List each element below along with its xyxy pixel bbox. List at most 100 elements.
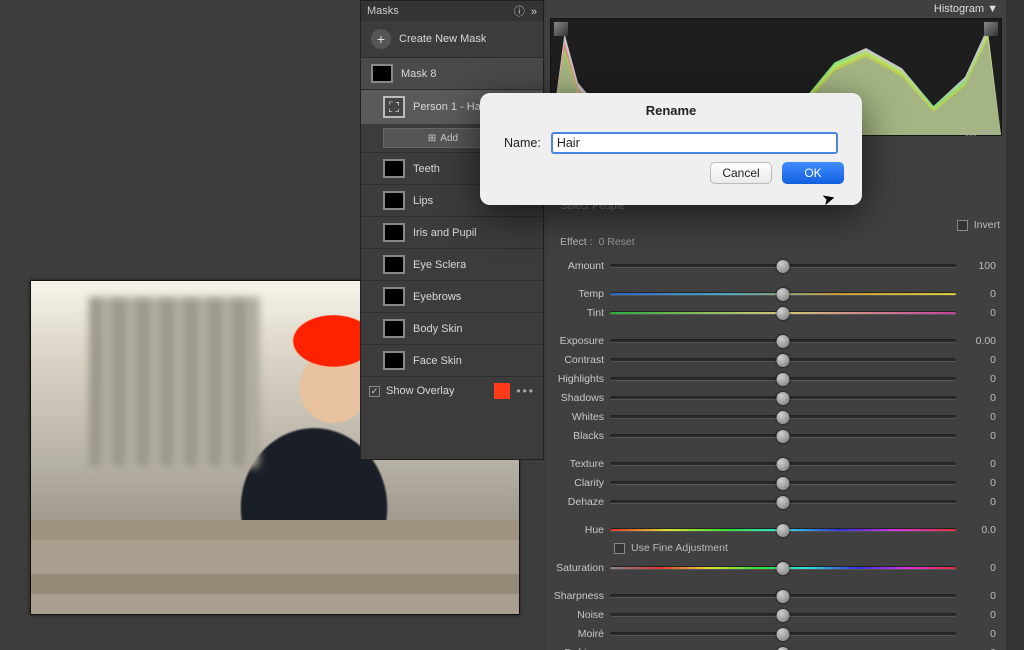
sharpness-slider[interactable] <box>610 594 956 598</box>
slider-knob[interactable] <box>777 307 790 320</box>
slider-row-clarity: Clarity0 <box>546 474 996 492</box>
slider-knob[interactable] <box>777 260 790 273</box>
right-scrollbar[interactable] <box>1006 0 1024 650</box>
slider-row-contrast: Contrast0 <box>546 351 996 369</box>
invert-checkbox[interactable] <box>957 220 968 231</box>
slider-value: 0 <box>956 411 996 423</box>
show-overlay-toggle-row: ✓ Show Overlay ••• <box>361 376 543 405</box>
slider-label: Temp <box>546 288 610 300</box>
slider-knob[interactable] <box>777 373 790 386</box>
slider-label: Saturation <box>546 562 610 574</box>
slider-value: 0.00 <box>956 335 996 347</box>
slider-label: Noise <box>546 609 610 621</box>
effect-preset-dropdown[interactable]: 0 Reset <box>599 236 635 248</box>
mask-item[interactable]: Face Skin <box>361 344 543 376</box>
slider-label: Tint <box>546 307 610 319</box>
slider-label: Hue <box>546 524 610 536</box>
slider-knob[interactable] <box>777 496 790 509</box>
slider-row-tint: Tint0 <box>546 304 996 322</box>
slider-label: Whites <box>546 411 610 423</box>
plus-icon: + <box>371 29 391 49</box>
slider-label: Amount <box>546 260 610 272</box>
rename-input[interactable] <box>551 132 838 154</box>
slider-knob[interactable] <box>777 524 790 537</box>
slider-row-noise: Noise0 <box>546 606 996 624</box>
whites-slider[interactable] <box>610 415 956 419</box>
mask-thumbnail <box>383 223 405 242</box>
slider-label: Blacks <box>546 430 610 442</box>
slider-knob[interactable] <box>777 430 790 443</box>
histogram-title: Histogram ▼ <box>934 3 998 15</box>
clarity-slider[interactable] <box>610 481 956 485</box>
slider-value: 0 <box>956 628 996 640</box>
use-fine-adjustment-label: Use Fine Adjustment <box>631 542 728 554</box>
slider-knob[interactable] <box>777 354 790 367</box>
mask-name: Iris and Pupil <box>413 227 477 239</box>
exposure-slider[interactable] <box>610 339 956 343</box>
mask-name: Eye Sclera <box>413 259 466 271</box>
saturation-slider[interactable] <box>610 566 956 570</box>
contrast-slider[interactable] <box>610 358 956 362</box>
slider-row-amount: Amount100 <box>546 257 996 275</box>
mask-name: Teeth <box>413 163 440 175</box>
noise-slider[interactable] <box>610 613 956 617</box>
clipping-indicator-shadows[interactable] <box>554 22 568 36</box>
mask-thumbnail <box>383 191 405 210</box>
texture-slider[interactable] <box>610 462 956 466</box>
slider-row-moiré: Moiré 0 <box>546 625 996 643</box>
use-fine-adjustment-checkbox[interactable] <box>614 543 625 554</box>
background-building <box>89 297 259 467</box>
slider-label: Sharpness <box>546 590 610 602</box>
temp-slider[interactable] <box>610 292 956 296</box>
slider-value: 0 <box>956 354 996 366</box>
slider-knob[interactable] <box>777 477 790 490</box>
ok-button[interactable]: OK <box>782 162 844 184</box>
cancel-button[interactable]: Cancel <box>710 162 772 184</box>
slider-label: Moiré <box>546 628 610 640</box>
slider-knob[interactable] <box>777 458 790 471</box>
clipping-indicator-highlights[interactable] <box>984 22 998 36</box>
slider-knob[interactable] <box>777 335 790 348</box>
overlay-color-swatch[interactable] <box>494 383 510 399</box>
slider-row-sharpness: Sharpness 0 <box>546 587 996 605</box>
tint-slider[interactable] <box>610 311 956 315</box>
slider-knob[interactable] <box>777 411 790 424</box>
slider-knob[interactable] <box>777 392 790 405</box>
mask-group-item[interactable]: Mask 8 <box>361 57 543 89</box>
show-overlay-checkbox[interactable]: ✓ <box>369 386 380 397</box>
slider-value: 0.0 <box>956 524 996 536</box>
dialog-title: Rename <box>480 93 862 118</box>
highlights-slider[interactable] <box>610 377 956 381</box>
moiré-slider[interactable] <box>610 632 956 636</box>
mask-name: Eyebrows <box>413 291 461 303</box>
slider-knob[interactable] <box>777 628 790 641</box>
slider-value: 0 <box>956 562 996 574</box>
slider-knob[interactable] <box>777 288 790 301</box>
mask-name: Body Skin <box>413 323 463 335</box>
slider-knob[interactable] <box>777 609 790 622</box>
slider-value: 0 <box>956 288 996 300</box>
create-new-mask-button[interactable]: + Create New Mask <box>361 21 543 57</box>
slider-row-whites: Whites 0 <box>546 408 996 426</box>
more-options-icon[interactable]: ••• <box>516 384 535 398</box>
mask-thumbnail <box>383 287 405 306</box>
slider-knob[interactable] <box>777 562 790 575</box>
slider-knob[interactable] <box>777 590 790 603</box>
slider-row-defringe: Defringe0 <box>546 644 996 650</box>
hue-slider[interactable] <box>610 528 956 532</box>
invert-label: Invert <box>974 219 1000 231</box>
mask-thumbnail <box>383 159 405 178</box>
masks-help-icon[interactable]: ⓘ » <box>514 3 537 19</box>
blacks-slider[interactable] <box>610 434 956 438</box>
dehaze-slider[interactable] <box>610 500 956 504</box>
slider-row-texture: Texture0 <box>546 455 996 473</box>
mask-item[interactable]: Iris and Pupil <box>361 216 543 248</box>
mask-item[interactable]: Eyebrows <box>361 280 543 312</box>
mask-item[interactable]: Body Skin <box>361 312 543 344</box>
histogram-header[interactable]: Histogram ▼ <box>546 0 1006 18</box>
mask-item[interactable]: Eye Sclera <box>361 248 543 280</box>
masks-panel-header[interactable]: Masks ⓘ » <box>361 1 543 21</box>
slider-value: 0 <box>956 590 996 602</box>
amount-slider[interactable] <box>610 264 956 268</box>
shadows-slider[interactable] <box>610 396 956 400</box>
